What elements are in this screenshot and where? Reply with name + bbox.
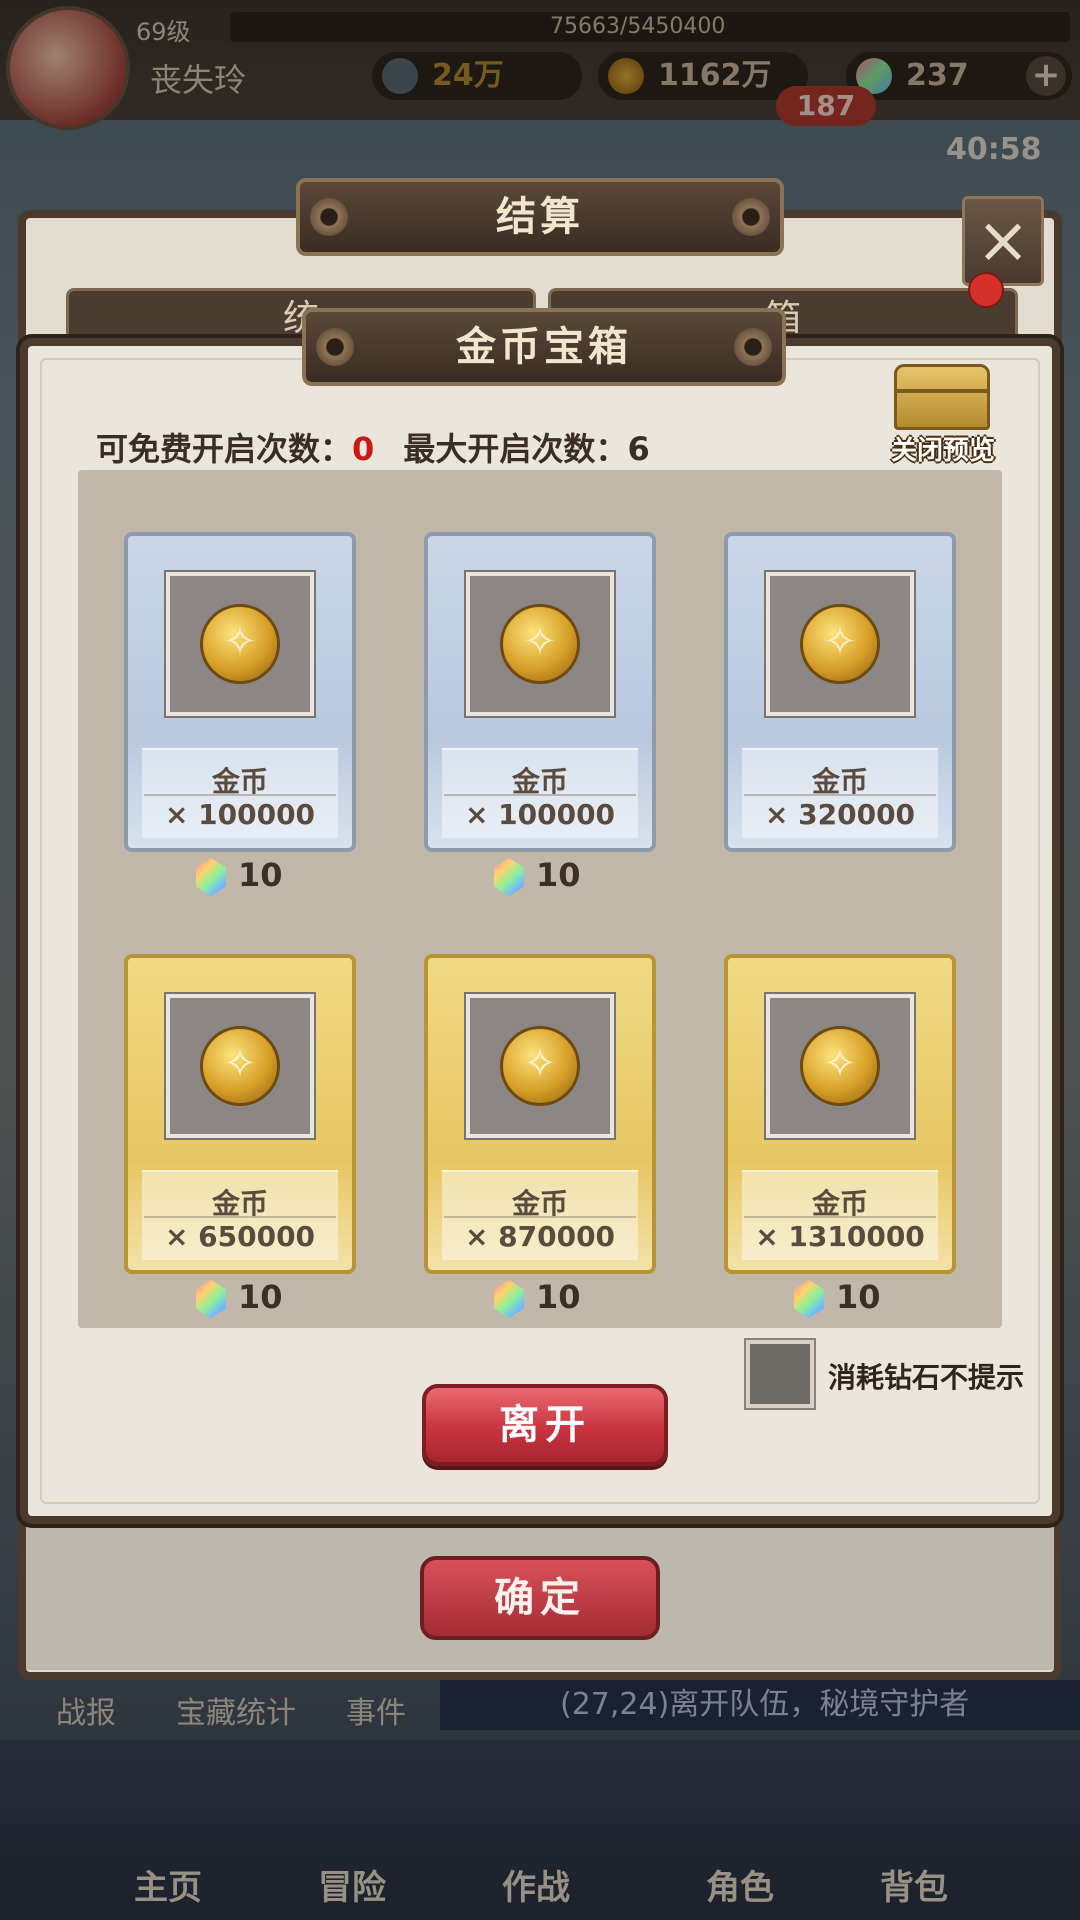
close-preview-button[interactable]: 关闭预览 [876, 360, 1010, 470]
free-opens-label: 可免费开启次数： [96, 430, 353, 468]
item-frame [164, 570, 316, 718]
settlement-title: 结算 [296, 178, 784, 256]
reward-card[interactable]: 金币 × 650000 [124, 954, 356, 1274]
divider [144, 1216, 336, 1218]
bolt-icon [732, 198, 770, 236]
winged-coin-icon [800, 1026, 880, 1106]
item-frame [464, 992, 616, 1140]
item-frame [764, 570, 916, 718]
price-value: 10 [238, 1278, 283, 1316]
reward-quantity: × 100000 [464, 798, 616, 831]
skip-diamond-confirm-checkbox[interactable] [744, 1338, 816, 1410]
bolt-icon [310, 198, 348, 236]
price-value: 10 [238, 856, 283, 894]
divider [744, 1216, 936, 1218]
treasure-chest-icon [894, 364, 990, 430]
reward-quantity: × 650000 [164, 1220, 316, 1253]
winged-coin-icon [500, 604, 580, 684]
chest-dialog-title-text: 金币宝箱 [456, 324, 632, 370]
reward-card[interactable]: 金币 × 320000 [724, 532, 956, 852]
reward-quantity: × 320000 [764, 798, 916, 831]
divider [144, 794, 336, 796]
reward-card[interactable]: 金币 × 870000 [424, 954, 656, 1274]
confirm-button[interactable]: 确定 [420, 1556, 660, 1640]
free-opens-value: 0 [352, 430, 375, 468]
reward-quantity: × 100000 [164, 798, 316, 831]
max-opens-label: 最大开启次数： [403, 430, 628, 468]
chest-dialog-title: 金币宝箱 [302, 308, 786, 386]
divider [444, 794, 636, 796]
preview-label: 关闭预览 [890, 436, 995, 466]
winged-coin-icon [200, 1026, 280, 1106]
reward-quantity: × 870000 [464, 1220, 616, 1253]
reward-quantity: × 1310000 [755, 1220, 925, 1253]
price-value: 10 [836, 1278, 881, 1316]
divider [744, 794, 936, 796]
item-frame [464, 570, 616, 718]
price-value: 10 [536, 1278, 581, 1316]
item-frame [764, 992, 916, 1140]
price-value: 10 [536, 856, 581, 894]
reward-card[interactable]: 金币 × 100000 [124, 532, 356, 852]
winged-coin-icon [200, 604, 280, 684]
bolt-icon [734, 328, 772, 366]
reward-card[interactable]: 金币 × 100000 [424, 532, 656, 852]
item-frame [164, 992, 316, 1140]
red-dot-indicator [968, 272, 1004, 308]
open-count-info: 可免费开启次数：0 最大开启次数：6 [96, 424, 650, 470]
reward-card[interactable]: 金币 × 1310000 [724, 954, 956, 1274]
close-button[interactable]: × [962, 196, 1044, 286]
winged-coin-icon [500, 1026, 580, 1106]
leave-button[interactable]: 离开 [422, 1384, 668, 1466]
max-opens-value: 6 [627, 430, 650, 468]
winged-coin-icon [800, 604, 880, 684]
settlement-title-text: 结算 [496, 194, 584, 240]
bolt-icon [316, 328, 354, 366]
skip-diamond-confirm-label: 消耗钻石不提示 [828, 1361, 1025, 1394]
divider [444, 1216, 636, 1218]
close-icon: × [976, 204, 1030, 278]
